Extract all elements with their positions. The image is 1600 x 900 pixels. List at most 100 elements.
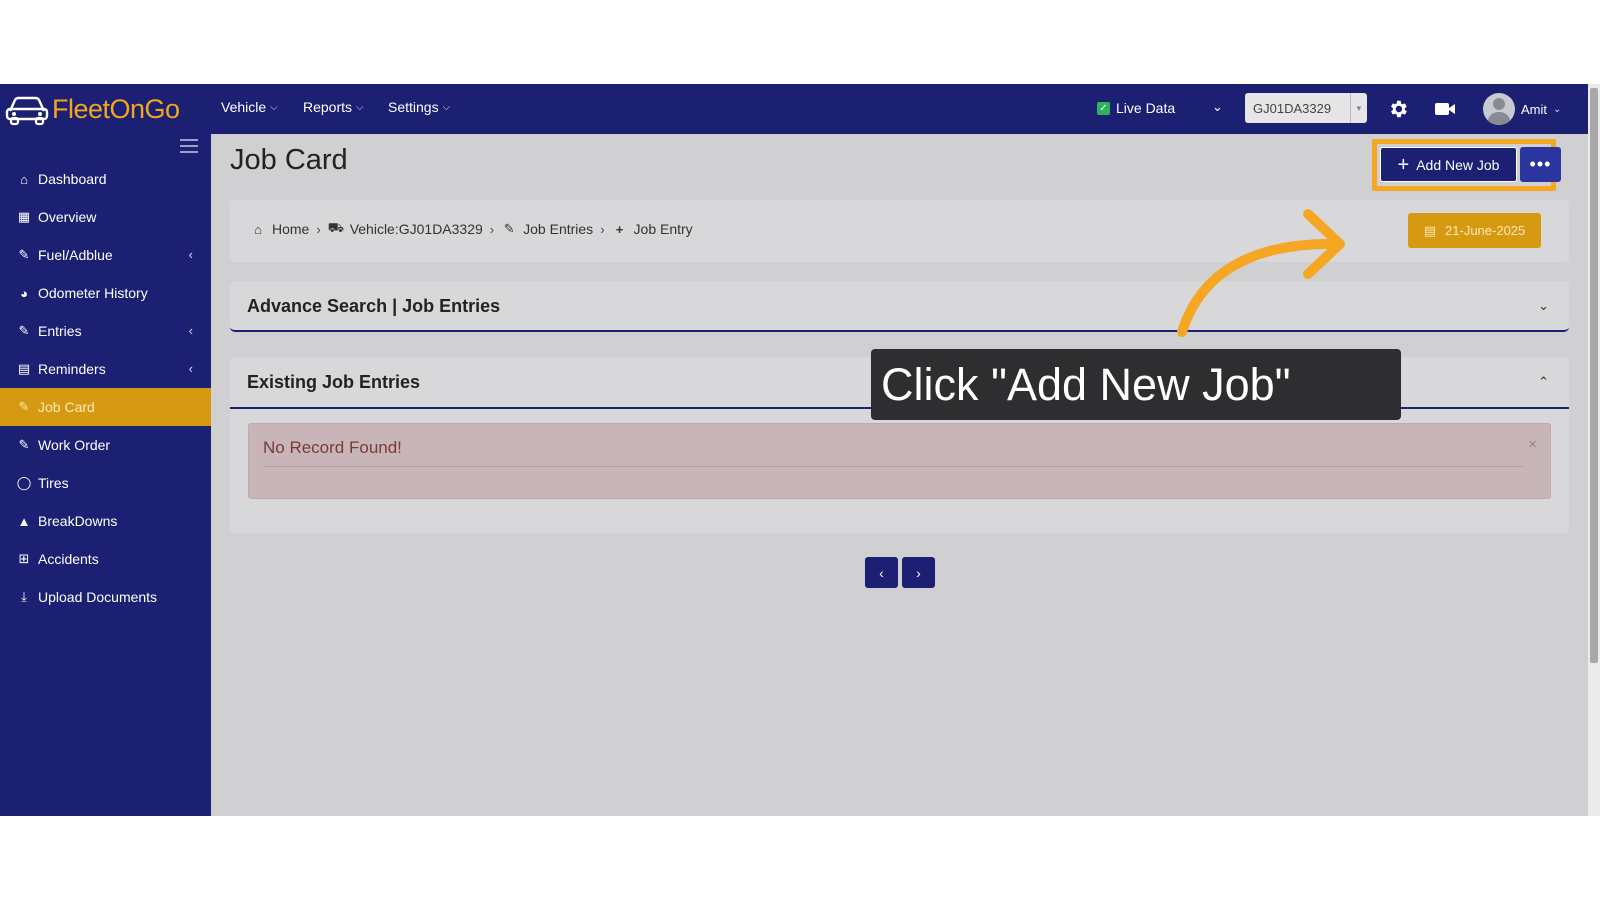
add-new-job-label: Add New Job xyxy=(1416,156,1500,173)
dashboard-gauge-icon: ◕ xyxy=(20,285,28,301)
menu-settings[interactable]: Settings ⌵ xyxy=(388,99,450,115)
breadcrumb-label: Job Entries xyxy=(523,221,594,237)
breadcrumb: ⌂ Home › ⛟ Vehicle:GJ01DA3329 › ✎ Job En… xyxy=(250,220,693,238)
breadcrumb-label: Job Entry xyxy=(633,221,693,237)
sidebar-item-entries[interactable]: ✎ Entries ‹ xyxy=(0,312,211,350)
sidebar-item-label: Fuel/Adblue xyxy=(38,247,113,263)
chevron-right-icon: › xyxy=(916,564,921,581)
menu-vehicle[interactable]: Vehicle ⌵ xyxy=(221,99,278,115)
page-title: Job Card xyxy=(230,144,348,176)
previous-page-button[interactable]: ‹ xyxy=(865,557,898,588)
add-new-job-button[interactable]: + Add New Job xyxy=(1380,147,1517,182)
breadcrumb-vehicle[interactable]: ⛟ Vehicle:GJ01DA3329 xyxy=(328,220,483,238)
sidebar-item-odometer-history[interactable]: ◕ Odometer History xyxy=(0,274,211,312)
more-options-button[interactable]: ••• xyxy=(1520,147,1561,182)
circle-icon: ◯ xyxy=(16,475,32,490)
edit-icon: ✎ xyxy=(18,247,30,262)
annotation-text: Click "Add New Job" xyxy=(881,358,1291,410)
sidebar-item-fuel-adblue[interactable]: ✎ Fuel/Adblue ‹ xyxy=(0,236,211,274)
annotation-tooltip: Click "Add New Job" xyxy=(871,349,1401,420)
sidebar-item-label: BreakDowns xyxy=(38,513,118,529)
chevron-right-icon: › xyxy=(316,221,321,237)
sidebar-item-label: Upload Documents xyxy=(38,589,158,605)
sidebar-item-tires[interactable]: ◯ Tires xyxy=(0,464,211,502)
menu-vehicle-label: Vehicle xyxy=(221,99,267,115)
plus-icon: + xyxy=(615,221,624,237)
home-icon: ⌂ xyxy=(20,171,28,187)
app-window: FleetOnGo Vehicle ⌵ Reports ⌵ Settings ⌵… xyxy=(0,84,1600,816)
sidebar-item-label: Accidents xyxy=(38,551,99,567)
download-icon: ⤓ xyxy=(21,589,27,604)
sidebar-item-label: Tires xyxy=(38,475,69,491)
chevron-down-icon: ⌵ xyxy=(270,101,278,113)
ellipsis-icon: ••• xyxy=(1529,154,1552,174)
vehicle-select-value: GJ01DA3329 xyxy=(1253,100,1332,116)
advance-search-title: Advance Search | Job Entries xyxy=(247,296,501,316)
live-data-toggle[interactable]: ✓ Live Data xyxy=(1097,100,1175,116)
chevron-left-icon: ‹ xyxy=(188,361,193,376)
sidebar-item-label: Overview xyxy=(38,209,97,225)
next-page-button[interactable]: › xyxy=(902,557,935,588)
vehicle-select[interactable]: GJ01DA3329 ▼ xyxy=(1245,93,1367,123)
breadcrumb-label: Home xyxy=(272,221,310,237)
logo[interactable]: FleetOnGo xyxy=(4,90,180,128)
dropdown-arrow-icon[interactable]: ▼ xyxy=(1350,93,1367,123)
sidebar-item-accidents[interactable]: ⊞ Accidents xyxy=(0,540,211,578)
scrollbar-thumb[interactable] xyxy=(1590,88,1598,663)
menu-reports[interactable]: Reports ⌵ xyxy=(303,99,364,115)
close-icon[interactable]: × xyxy=(1528,436,1537,453)
no-record-alert: No Record Found! × xyxy=(248,423,1551,499)
existing-job-entries-title: Existing Job Entries xyxy=(247,372,421,392)
no-record-text: No Record Found! xyxy=(263,438,402,457)
user-menu[interactable]: Amit ⌄ xyxy=(1483,93,1561,125)
video-camera-icon[interactable] xyxy=(1432,96,1458,122)
pagination: ‹ › xyxy=(865,557,935,588)
chevron-down-icon: ⌵ xyxy=(356,101,364,113)
sidebar-item-label: Dashboard xyxy=(38,171,107,187)
gear-icon[interactable] xyxy=(1385,96,1411,122)
breadcrumb-job-entries[interactable]: ✎ Job Entries xyxy=(501,221,594,237)
chevron-right-icon: › xyxy=(489,221,495,237)
sidebar: ⌂ Dashboard ▦ Overview ✎ Fuel/Adblue ‹ ◕… xyxy=(0,134,211,816)
sidebar-item-reminders[interactable]: ▤ Reminders ‹ xyxy=(0,350,211,388)
sidebar-item-work-order[interactable]: ✎ Work Order xyxy=(0,426,211,464)
chevron-down-icon[interactable]: ⌄ xyxy=(1212,99,1223,115)
sidebar-item-label: Work Order xyxy=(38,437,111,453)
menu-reports-label: Reports xyxy=(303,99,353,115)
scrollbar[interactable] xyxy=(1588,84,1600,816)
chevron-down-icon[interactable]: ⌄ xyxy=(1538,298,1549,314)
chevron-left-icon: ‹ xyxy=(879,564,884,581)
calendar-icon: ▤ xyxy=(1423,222,1437,238)
chevron-up-icon[interactable]: ⌃ xyxy=(1538,374,1549,390)
divider xyxy=(263,466,1525,467)
plus-square-icon: ⊞ xyxy=(18,551,30,566)
sidebar-item-label: Entries xyxy=(38,323,82,339)
menu-settings-label: Settings xyxy=(388,99,439,115)
sidebar-item-overview[interactable]: ▦ Overview xyxy=(0,198,211,236)
sidebar-item-upload-documents[interactable]: ⤓ Upload Documents xyxy=(0,578,211,616)
top-navbar: FleetOnGo Vehicle ⌵ Reports ⌵ Settings ⌵… xyxy=(0,84,1588,134)
sidebar-item-label: Odometer History xyxy=(38,285,148,301)
plus-icon: + xyxy=(1397,153,1410,176)
sidebar-item-job-card[interactable]: ✎ Job Card xyxy=(0,388,211,426)
sidebar-item-breakdowns[interactable]: ▲ BreakDowns xyxy=(0,502,211,540)
overview-icon: ▦ xyxy=(17,209,31,224)
date-button[interactable]: ▤ 21-June-2025 xyxy=(1408,213,1541,248)
checkbox-checked-icon[interactable]: ✓ xyxy=(1097,101,1110,115)
breadcrumb-label: Vehicle:GJ01DA3329 xyxy=(349,221,483,237)
sidebar-item-label: Job Card xyxy=(38,399,95,415)
avatar[interactable] xyxy=(1483,93,1515,125)
edit-icon: ✎ xyxy=(503,221,515,236)
warning-icon: ▲ xyxy=(17,513,31,529)
edit-icon: ✎ xyxy=(18,437,30,452)
main-content: Job Card + Add New Job ••• ⌂ Home › ⛟ Ve… xyxy=(211,134,1588,816)
breadcrumb-job-entry: + Job Entry xyxy=(612,221,693,237)
hamburger-menu-icon[interactable] xyxy=(180,139,198,153)
annotation-arrow-icon xyxy=(1177,209,1345,337)
car-logo-icon xyxy=(5,96,49,126)
sidebar-item-dashboard[interactable]: ⌂ Dashboard xyxy=(0,160,211,198)
home-icon: ⌂ xyxy=(254,221,262,237)
sidebar-item-label: Reminders xyxy=(38,361,106,377)
chevron-left-icon: ‹ xyxy=(188,323,193,338)
breadcrumb-home[interactable]: ⌂ Home xyxy=(250,221,309,237)
